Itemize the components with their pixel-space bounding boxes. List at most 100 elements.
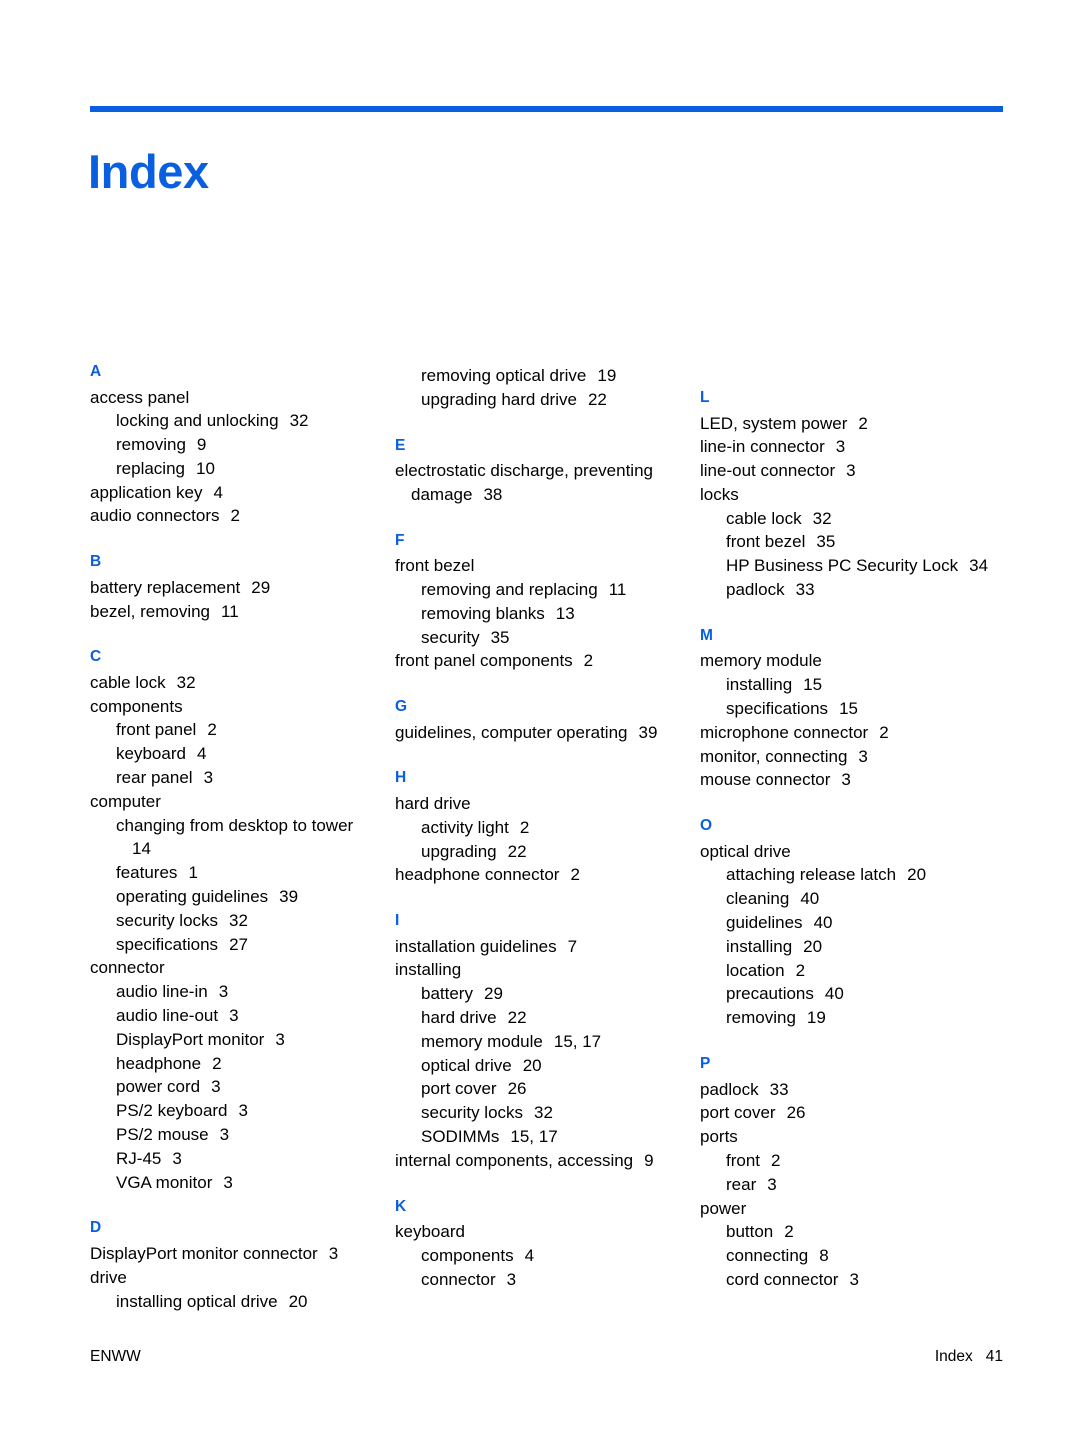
index-entry-label: access panel [90,387,190,407]
index-subentry: features 1 [90,861,383,885]
index-subentry: audio line-in 3 [90,980,383,1004]
index-page-number: 3 [328,1243,339,1263]
index-subentry: rear panel 3 [90,766,383,790]
index-subentry: changing from desktop to tower 14 [90,814,383,862]
index-subentry: cable lock 32 [700,507,993,531]
index-entry-label: line-out connector [700,461,836,481]
letter-heading-i: I [395,912,400,930]
index-page-number: 3 [275,1029,285,1049]
index-entry: components [90,695,383,719]
index-entry: drive [90,1266,383,1290]
index-subentry: front bezel 35 [700,530,993,554]
index-page-number: 3 [238,1101,248,1121]
index-page-number: 39 [279,887,299,907]
index-entry-label: line-in connector [700,437,825,457]
index-entry-label: keyboard [395,1222,465,1242]
index-subentry: removing 19 [700,1006,993,1030]
index-entry: ports [700,1125,993,1149]
index-entry: electrostatic discharge, preventing dama… [395,459,688,507]
index-entry: guidelines, computer operating 39 [395,721,688,745]
index-subentry: security locks 32 [90,909,383,933]
index-page-number: 2 [230,506,240,526]
index-entry-label: cable lock [90,672,166,692]
index-subentry: cord connector 3 [700,1268,993,1292]
index-entry-label: activity light [421,817,509,837]
index-page-number: 35 [490,627,510,647]
index-entry-label: removing [726,1008,796,1028]
index-entry-label: cable lock [726,508,802,528]
index-subentry: locking and unlocking 32 [90,409,383,433]
index-entry: port cover 26 [700,1101,993,1125]
index-entry-label: guidelines, computer operating [395,722,628,742]
index-page-number: 3 [211,1077,221,1097]
index-page-number: 2 [583,651,594,671]
index-subentry: front 2 [700,1149,993,1173]
letter-heading-g: G [395,698,408,716]
index-subentry: hard drive 22 [395,1006,688,1030]
index-subentry: security locks 32 [395,1101,688,1125]
index-subentry: connecting 8 [700,1244,993,1268]
index-page-number: 35 [816,532,836,552]
index-entry-label: features [116,863,178,883]
index-entry: battery replacement 29 [90,576,383,600]
index-entry-label: DisplayPort monitor connector [90,1243,318,1263]
index-page-number: 9 [644,1150,654,1170]
index-page-number: 27 [229,934,248,954]
index-page-number: 4 [213,482,223,502]
index-entry-label: power [700,1198,747,1218]
index-page-number: 20 [522,1055,542,1075]
index-page-number: 26 [786,1103,806,1123]
index-entry: front bezel [395,554,688,578]
index-page-number: 2 [212,1053,222,1073]
index-page-number: 3 [203,768,214,788]
index-page-number: 19 [597,366,617,385]
index-subentry: guidelines 40 [700,911,993,935]
index-page-number: 20 [288,1291,308,1311]
index-entry: locks [700,483,993,507]
index-page-number: 2 [207,720,217,740]
index-subentry: operating guidelines 39 [90,885,383,909]
index-page-number: 22 [587,389,607,409]
index-entry-label: padlock [700,1079,759,1099]
index-page-number: 29 [483,984,503,1004]
index-entry: audio connectors 2 [90,504,383,528]
title-rule [90,106,1003,112]
index-entry: optical drive [700,840,993,864]
index-entry-label: hard drive [421,1008,497,1028]
index-page-number: 3 [849,1269,859,1289]
index-entry: installation guidelines 7 [395,935,688,959]
index-page-number: 3 [172,1148,182,1168]
index-entry-label: audio line-in [116,982,208,1002]
letter-heading-p: P [700,1055,711,1073]
index-page-number: 20 [907,865,927,885]
index-subentry: installing 15 [700,673,993,697]
index-entry-label: removing [116,435,186,455]
index-subentry: rear 3 [700,1173,993,1197]
index-entry-label: battery [421,984,473,1004]
index-entry-label: installing [395,960,462,980]
index-page: Index Aaccess panel locking and unlocking… [0,0,1080,1437]
index-page-number: 33 [795,580,815,600]
index-page-number: 11 [608,579,627,599]
index-entry-label: battery replacement [90,577,241,597]
index-subentry: DisplayPort monitor 3 [90,1028,383,1052]
letter-heading-d: D [90,1219,102,1237]
index-entry: computer [90,790,383,814]
index-entry-label: components [421,1245,514,1265]
index-page-number: 32 [229,910,248,930]
index-page-number: 3 [218,982,229,1002]
letter-heading-c: C [90,648,102,666]
index-page-number: 4 [196,744,207,764]
index-subentry: PS/2 mouse 3 [90,1123,383,1147]
index-entry-label: optical drive [700,841,791,861]
index-entry: keyboard [395,1220,688,1244]
index-entry-label: front [726,1150,761,1170]
index-entry-label: specifications [116,934,219,954]
index-entry: padlock 33 [700,1078,993,1102]
index-entry-label: specifications [726,698,829,718]
index-entry-label: front panel [116,720,197,740]
index-entry-label: memory module [700,651,822,671]
index-entry-label: padlock [726,580,785,600]
index-page-number: 13 [555,603,575,623]
index-subentry: PS/2 keyboard 3 [90,1099,383,1123]
